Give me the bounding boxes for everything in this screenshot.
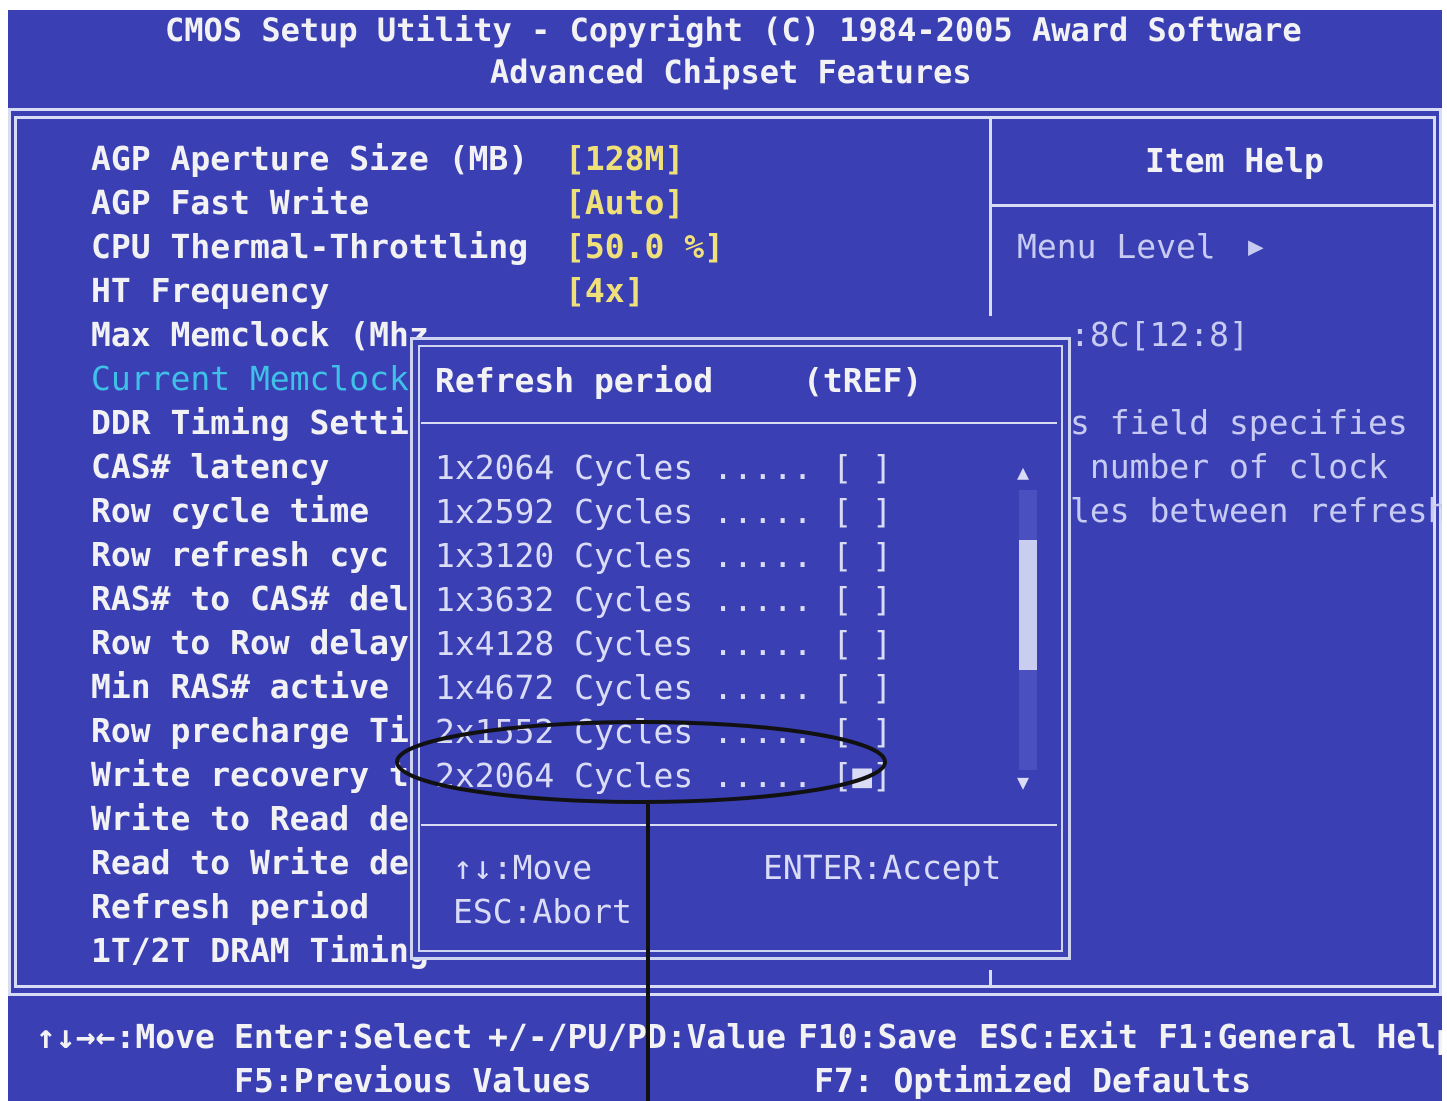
footer-save: F10:Save (798, 1017, 957, 1056)
footer-previous-values: F5:Previous Values (234, 1061, 592, 1100)
option-1x3120[interactable]: 1x3120 Cycles ..... [ ] (435, 539, 892, 572)
setting-label-ht-frequency[interactable]: HT Frequency (91, 274, 329, 307)
footer-value: +/-/PU/PD:Value (488, 1017, 787, 1056)
frame-top-outer (8, 108, 1442, 111)
setting-label-agp-aperture[interactable]: AGP Aperture Size (MB) (91, 142, 528, 175)
footer-general-help: F1:General Help (1158, 1017, 1442, 1056)
setting-label-row-row[interactable]: Row to Row delay (91, 626, 409, 659)
menu-level-label: Menu Level (1017, 227, 1216, 266)
popup-help-abort: ESC:Abort (453, 892, 632, 931)
frame-bottom-outer (8, 993, 1442, 996)
footer-exit: ESC:Exit (979, 1017, 1138, 1056)
setting-label-row-precharge[interactable]: Row precharge Tim (91, 714, 429, 747)
frame-top-inner (14, 116, 1436, 119)
help-divider-horizontal (989, 204, 1436, 207)
setting-label-cas-latency[interactable]: CAS# latency (91, 450, 329, 483)
scroll-up-icon[interactable]: ▲ (1017, 462, 1029, 482)
setting-label-row-refresh[interactable]: Row refresh cyc t (91, 538, 429, 571)
option-2x2064-selected[interactable]: 2x2064 Cycles ..... [■] (435, 759, 892, 792)
frame-right-inner (1433, 116, 1436, 988)
help-divider-vertical (989, 116, 992, 316)
setting-value-agp-aperture[interactable]: [128M] (565, 142, 684, 175)
frame-right-outer (1439, 108, 1442, 996)
setting-label-agp-fast-write[interactable]: AGP Fast Write (91, 186, 369, 219)
footer-optimized-defaults: F7: Optimized Defaults (814, 1061, 1252, 1100)
option-1x4672[interactable]: 1x4672 Cycles ..... [ ] (435, 671, 892, 704)
option-1x3632[interactable]: 1x3632 Cycles ..... [ ] (435, 583, 892, 616)
setting-label-read-write[interactable]: Read to Write del (91, 846, 429, 879)
setting-label-ddr-timing[interactable]: DDR Timing Settin (91, 406, 429, 439)
footer-select: Enter:Select (234, 1017, 473, 1056)
help-line-4: les between refresh (1070, 491, 1442, 530)
setting-label-current-memclock: Current Memclock (91, 359, 409, 398)
menu-level-arrow-icon: ▶ (1248, 232, 1264, 262)
setting-label-write-read[interactable]: Write to Read del (91, 802, 429, 835)
help-divider-vertical-low (989, 970, 992, 988)
scrollbar-thumb[interactable] (1019, 540, 1037, 670)
option-1x4128[interactable]: 1x4128 Cycles ..... [ ] (435, 627, 892, 660)
popup-code: (tREF) (803, 361, 923, 400)
option-2x1552[interactable]: 2x1552 Cycles ..... [ ] (435, 715, 892, 748)
frame-bottom-inner (14, 985, 1436, 988)
help-line-1: :8C[12:8] (1070, 315, 1249, 354)
popup-title: Refresh period (435, 361, 714, 400)
setting-value-cpu-throttling[interactable]: [50.0 %] (565, 230, 724, 263)
footer-move: ↑↓→←:Move (36, 1017, 215, 1056)
frame-left-outer (8, 108, 11, 996)
popup-divider-top (421, 422, 1057, 424)
popup-divider-bottom (421, 824, 1057, 826)
setting-label-row-cycle[interactable]: Row cycle time (91, 494, 369, 527)
popup-help-accept: ENTER:Accept (763, 848, 1002, 887)
setting-label-refresh-period[interactable]: Refresh period (91, 890, 369, 923)
option-1x2064[interactable]: 1x2064 Cycles ..... [ ] (435, 451, 892, 484)
header-title: CMOS Setup Utility - Copyright (C) 1984-… (165, 11, 1302, 49)
setting-value-ht-frequency[interactable]: [4x] (565, 274, 644, 307)
refresh-period-popup: Refresh period (tREF) 1x2064 Cycles ....… (410, 337, 1071, 960)
help-line-2: s field specifies (1070, 403, 1408, 442)
page-title: Advanced Chipset Features (490, 53, 972, 91)
setting-label-cpu-throttling[interactable]: CPU Thermal-Throttling (91, 230, 528, 263)
setting-label-max-memclock[interactable]: Max Memclock (Mhz (91, 318, 429, 351)
frame-left-inner (14, 116, 17, 988)
option-1x2592[interactable]: 1x2592 Cycles ..... [ ] (435, 495, 892, 528)
help-line-3: number of clock (1070, 447, 1388, 486)
setting-label-dram-timing[interactable]: 1T/2T DRAM Timing (91, 934, 429, 967)
item-help-title: Item Help (1145, 141, 1324, 180)
bios-screen: CMOS Setup Utility - Copyright (C) 1984-… (8, 10, 1442, 1101)
setting-label-min-ras[interactable]: Min RAS# active t (91, 670, 429, 703)
setting-label-ras-cas[interactable]: RAS# to CAS# dela (91, 582, 429, 615)
scroll-down-icon[interactable]: ▼ (1017, 772, 1029, 792)
setting-label-write-recovery[interactable]: Write recovery ti (91, 758, 429, 791)
popup-help-move: ↑↓:Move (453, 848, 593, 887)
setting-value-agp-fast-write[interactable]: [Auto] (565, 186, 684, 219)
